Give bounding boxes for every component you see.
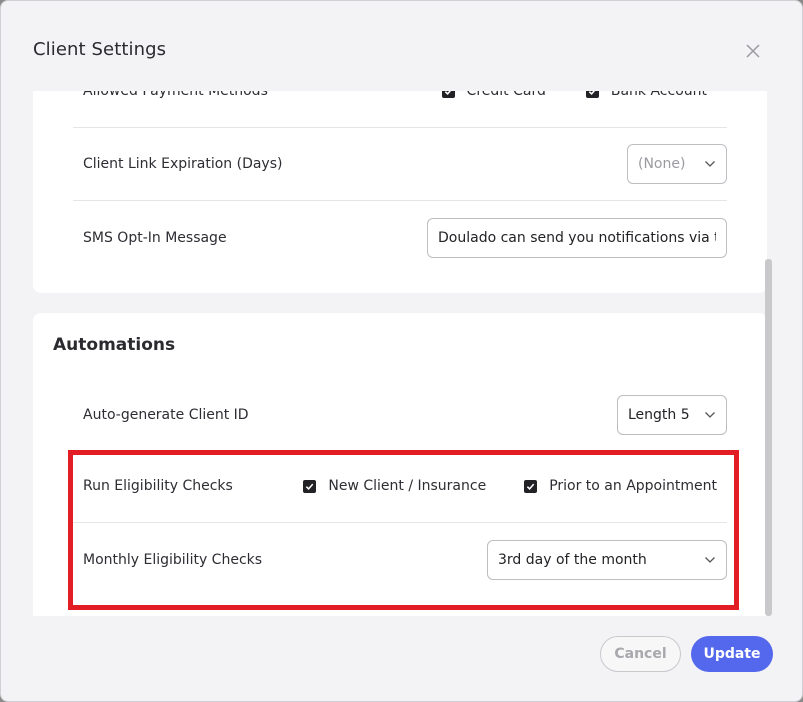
prior-to-appointment-label: Prior to an Appointment (549, 478, 717, 494)
new-client-insurance-label: New Client / Insurance (328, 478, 487, 494)
client-settings-card: Allowed Payment Methods Credit Card Bank… (33, 91, 767, 293)
row-payment-methods: Allowed Payment Methods Credit Card Bank… (73, 91, 727, 128)
credit-card-label: Credit Card (466, 91, 546, 99)
automations-title: Automations (53, 335, 176, 355)
row-link-expiration: Client Link Expiration (Days) (None) (73, 128, 727, 201)
chevron-down-icon (705, 556, 715, 563)
scrollbar-thumb[interactable] (765, 259, 772, 616)
row-monthly-eligibility: Monthly Eligibility Checks 3rd day of th… (73, 523, 727, 596)
auto-client-id-label: Auto-generate Client ID (83, 406, 249, 423)
monthly-eligibility-label: Monthly Eligibility Checks (83, 551, 263, 568)
checkbox-credit-card[interactable]: Credit Card (441, 91, 546, 99)
close-button[interactable] (741, 39, 765, 63)
checkbox-prior-to-appointment[interactable]: Prior to an Appointment (524, 478, 717, 494)
client-id-length-select[interactable]: Length 5 (617, 394, 727, 435)
chevron-down-icon (705, 411, 715, 418)
checkmark-icon (441, 91, 455, 98)
chevron-down-icon (705, 161, 715, 167)
link-expiration-select[interactable]: (None) (627, 144, 727, 184)
client-id-length-value: Length 5 (628, 406, 690, 423)
checkmark-icon (585, 91, 599, 98)
checkmark-icon (524, 479, 538, 493)
sms-opt-in-input[interactable] (427, 217, 727, 258)
monthly-eligibility-value: 3rd day of the month (498, 551, 647, 568)
automations-card: Automations Auto-generate Client ID Leng… (33, 313, 767, 616)
bank-account-label: Bank Account (610, 91, 707, 99)
checkmark-icon (303, 479, 317, 493)
sms-opt-in-label: SMS Opt-In Message (83, 229, 227, 246)
client-settings-modal: Client Settings Allowed Payment Methods … (0, 0, 803, 702)
modal-title: Client Settings (33, 39, 167, 60)
row-auto-client-id: Auto-generate Client ID Length 5 (73, 378, 727, 451)
payment-methods-label: Allowed Payment Methods (83, 91, 268, 99)
row-run-eligibility: Run Eligibility Checks New Client / Insu… (73, 450, 727, 523)
cancel-button[interactable]: Cancel (600, 636, 681, 672)
update-button[interactable]: Update (691, 636, 773, 672)
link-expiration-label: Client Link Expiration (Days) (83, 156, 283, 172)
run-eligibility-label: Run Eligibility Checks (83, 478, 233, 494)
close-icon (746, 44, 760, 58)
row-sms-opt-in: SMS Opt-In Message (73, 201, 727, 274)
checkbox-bank-account[interactable]: Bank Account (585, 91, 707, 99)
link-expiration-value: (None) (638, 156, 686, 172)
checkbox-new-client-insurance[interactable]: New Client / Insurance (303, 478, 486, 494)
monthly-eligibility-select[interactable]: 3rd day of the month (487, 539, 727, 580)
settings-scroll-area[interactable]: Allowed Payment Methods Credit Card Bank… (1, 91, 802, 616)
